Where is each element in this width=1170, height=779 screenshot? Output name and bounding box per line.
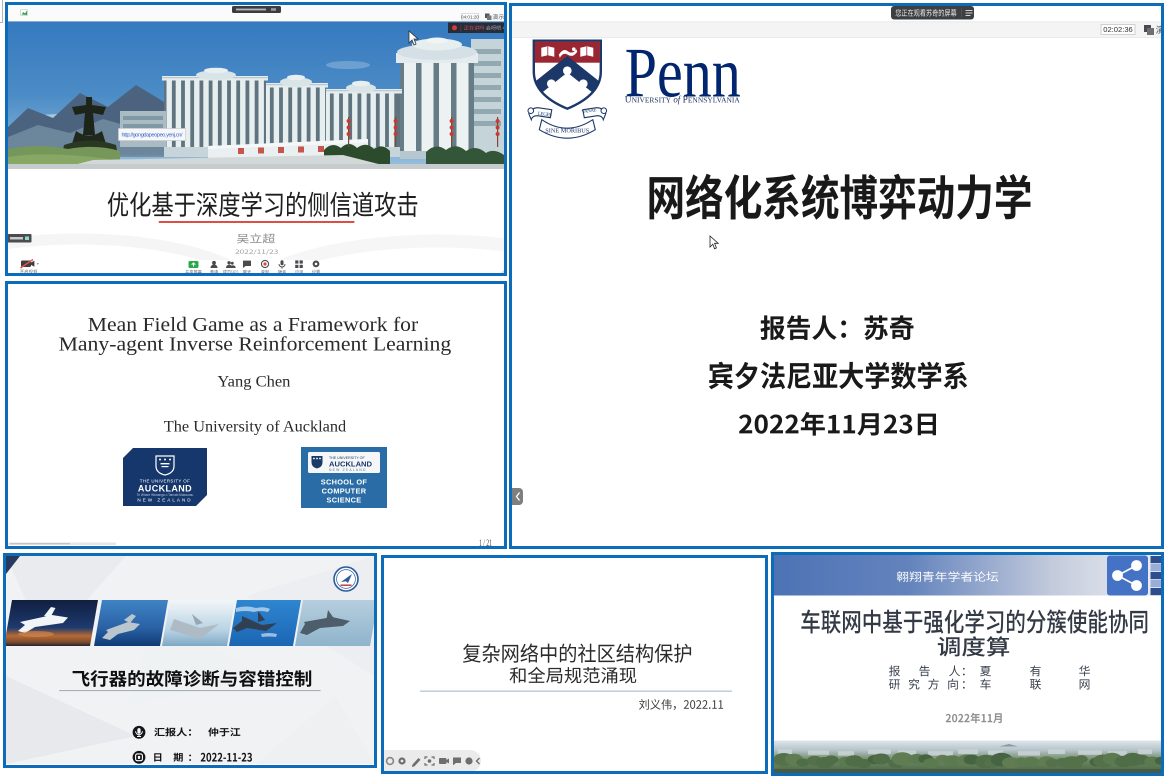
- svg-text:SCIENCE: SCIENCE: [327, 496, 362, 505]
- svg-text:LEGES: LEGES: [538, 112, 553, 119]
- svg-text:Yang Chen: Yang Chen: [217, 374, 290, 391]
- svg-text:1 / 21: 1 / 21: [479, 538, 492, 546]
- svg-text:SCHOOL OF: SCHOOL OF: [321, 478, 368, 487]
- svg-text:Te Whare Wananga o Tamaki Maka: Te Whare Wananga o Tamaki Makaurau: [137, 493, 194, 497]
- svg-text:COMPUTER: COMPUTER: [322, 487, 367, 496]
- svg-text:SINE MORIBUS: SINE MORIBUS: [545, 128, 590, 135]
- svg-text:NEW ZEALAND: NEW ZEALAND: [329, 468, 367, 472]
- svg-text:02:02:36: 02:02:36: [1103, 25, 1133, 34]
- svg-text:Many-agent Inverse Reinforceme: Many-agent Inverse Reinforcement Learnin…: [59, 333, 452, 355]
- svg-text:http://gongdapeopeo.yenj.cn/: http://gongdapeopeo.yenj.cn/: [122, 133, 183, 139]
- svg-text:04:01:20: 04:01:20: [461, 15, 479, 20]
- svg-text:The University of Auckland: The University of Auckland: [164, 419, 347, 436]
- svg-text:UNIVERSITY of PENNSYLVANIA: UNIVERSITY of PENNSYLVANIA: [625, 94, 740, 105]
- svg-text:NEW ZEALAND: NEW ZEALAND: [137, 498, 192, 503]
